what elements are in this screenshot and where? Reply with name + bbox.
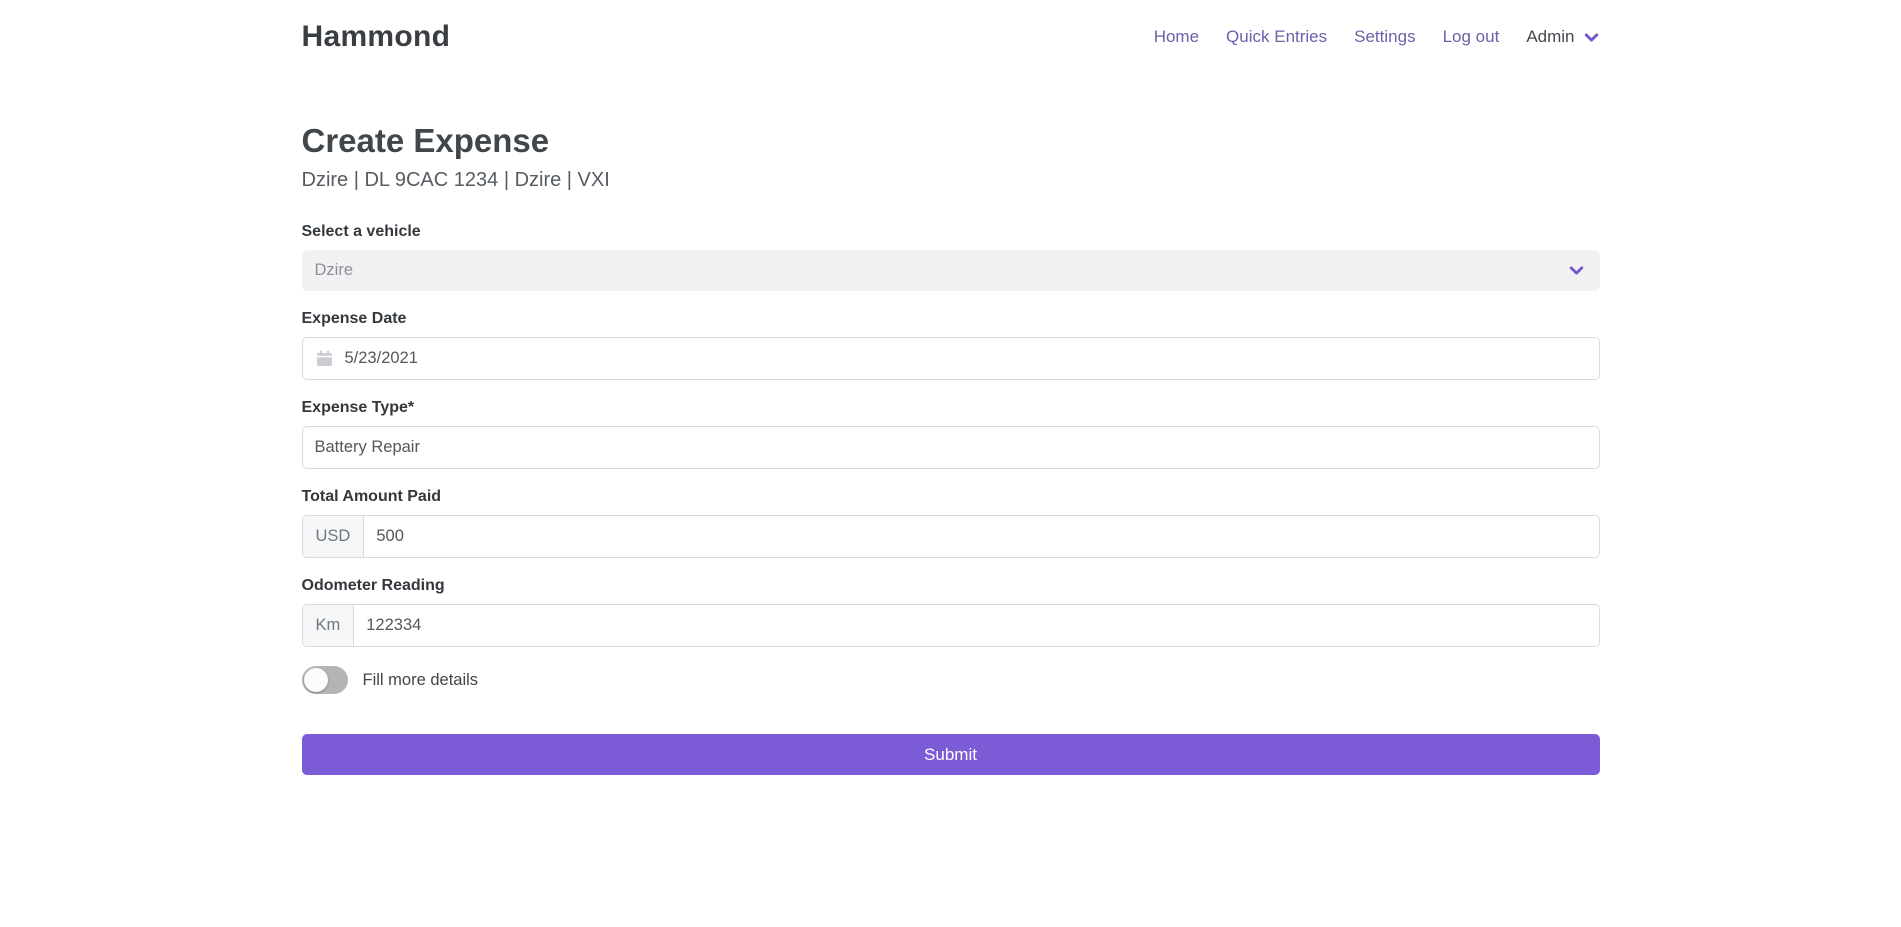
fill-more-details-toggle[interactable] <box>302 666 348 694</box>
expense-date-input[interactable] <box>333 338 1599 379</box>
odometer-label: Odometer Reading <box>302 577 1600 595</box>
nav-item-home[interactable]: Home <box>1154 27 1199 47</box>
total-amount-group: Total Amount Paid USD <box>302 488 1600 558</box>
expense-type-label: Expense Type* <box>302 399 1600 417</box>
chevron-down-icon <box>1583 27 1600 46</box>
calendar-icon <box>316 350 333 367</box>
nav-item-quick-entries[interactable]: Quick Entries <box>1226 27 1327 47</box>
create-expense-form: Select a vehicle Dzire Expense Date <box>302 223 1600 775</box>
odometer-group: Odometer Reading Km <box>302 577 1600 647</box>
brand-logo[interactable]: Hammond <box>302 20 451 54</box>
expense-date-inputbox <box>302 337 1600 380</box>
vehicle-select[interactable]: Dzire <box>302 250 1600 291</box>
nav-item-settings[interactable]: Settings <box>1354 27 1415 47</box>
total-amount-label: Total Amount Paid <box>302 488 1600 506</box>
total-amount-inputbox: USD <box>302 515 1600 558</box>
total-amount-input[interactable] <box>364 516 1598 557</box>
admin-user-menu[interactable]: Admin <box>1526 27 1599 47</box>
toggle-knob <box>304 668 328 692</box>
expense-date-label: Expense Date <box>302 310 1600 328</box>
submit-button[interactable]: Submit <box>302 734 1600 775</box>
expense-type-group: Expense Type* <box>302 399 1600 469</box>
page-container: Hammond Home Quick Entries Settings Log … <box>302 0 1600 775</box>
vehicle-select-group: Select a vehicle Dzire <box>302 223 1600 291</box>
expense-date-group: Expense Date <box>302 310 1600 380</box>
nav-item-logout[interactable]: Log out <box>1443 27 1500 47</box>
top-header: Hammond Home Quick Entries Settings Log … <box>302 0 1600 58</box>
fill-more-details-row: Fill more details <box>302 666 1600 694</box>
expense-type-input[interactable] <box>303 427 1599 468</box>
vehicle-select-value: Dzire <box>315 261 354 280</box>
vehicle-summary: Dzire | DL 9CAC 1234 | Dzire | VXI <box>302 169 1600 192</box>
fill-more-details-label: Fill more details <box>363 671 479 690</box>
chevron-down-icon <box>1568 262 1585 279</box>
main-nav: Home Quick Entries Settings Log out Admi… <box>1154 27 1600 47</box>
page-title: Create Expense <box>302 122 1600 160</box>
main-content: Create Expense Dzire | DL 9CAC 1234 | Dz… <box>302 122 1600 775</box>
vehicle-select-label: Select a vehicle <box>302 223 1600 241</box>
odometer-inputbox: Km <box>302 604 1600 647</box>
expense-type-inputbox <box>302 426 1600 469</box>
admin-menu-label: Admin <box>1526 27 1574 47</box>
distance-unit-prefix: Km <box>303 605 355 646</box>
odometer-input[interactable] <box>354 605 1598 646</box>
currency-prefix: USD <box>303 516 365 557</box>
